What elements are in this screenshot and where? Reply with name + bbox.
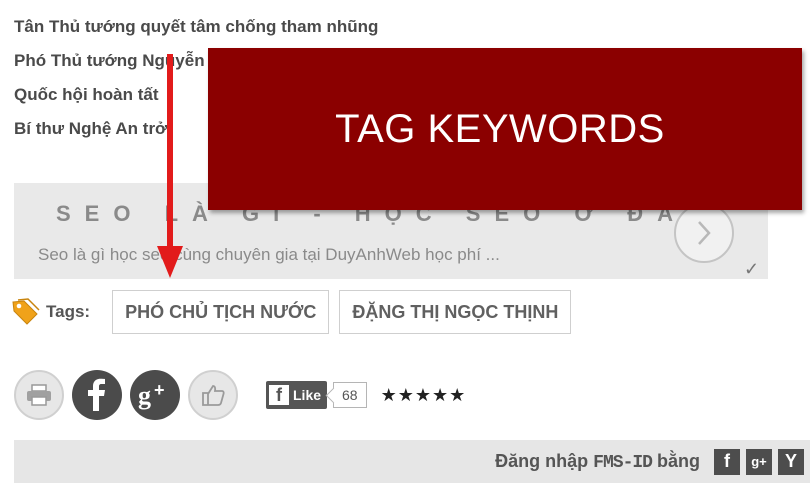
thumbs-up-icon: [202, 385, 225, 406]
login-text: Đăng nhập FMS-ID bằng: [495, 451, 700, 473]
facebook-like-button[interactable]: f Like: [266, 381, 328, 409]
google-plus-share-button[interactable]: g +: [130, 370, 180, 420]
checkmark-icon: ✓: [744, 259, 760, 279]
chevron-right-icon: [698, 221, 711, 245]
login-brand: FMS-ID: [593, 452, 653, 473]
facebook-like-label: Like: [293, 387, 322, 403]
news-item[interactable]: Tân Thủ tướng quyết tâm chống tham nhũng: [14, 10, 378, 44]
yahoo-icon[interactable]: Y: [778, 448, 804, 475]
facebook-share-button[interactable]: [72, 370, 122, 420]
like-button[interactable]: [188, 370, 238, 420]
login-suffix: bằng: [657, 450, 700, 471]
print-icon: [27, 384, 51, 406]
overlay-label: TAG KEYWORDS: [335, 106, 665, 151]
tags-label: Tags:: [46, 302, 91, 321]
tags-row: Tags: PHÓ CHỦ TỊCH NƯỚC ĐẶNG THỊ NGỌC TH…: [10, 290, 581, 334]
facebook-like-count: 68: [333, 382, 367, 408]
facebook-icon: [88, 378, 105, 411]
social-row: g + f Like 68 ★★★★★: [14, 370, 466, 420]
google-plus-icon[interactable]: g+: [746, 448, 772, 475]
tag-chip[interactable]: ĐẶNG THỊ NGỌC THỊNH: [339, 290, 572, 334]
google-plus-icon: g +: [138, 380, 165, 410]
rating-stars[interactable]: ★★★★★: [381, 385, 467, 406]
svg-text:+: +: [154, 380, 165, 400]
facebook-icon[interactable]: f: [714, 448, 740, 475]
promo-subtitle: Seo là gì học seo cùng chuyên gia tại Du…: [38, 245, 500, 264]
facebook-like-widget[interactable]: f Like 68: [266, 380, 367, 410]
promo-next-button[interactable]: [674, 203, 734, 263]
tag-chip[interactable]: PHÓ CHỦ TỊCH NƯỚC: [112, 290, 330, 334]
tag-icon: [12, 298, 40, 325]
print-button[interactable]: [14, 370, 64, 420]
tag-keywords-overlay: TAG KEYWORDS: [208, 48, 802, 210]
login-bar: Đăng nhập FMS-ID bằng f g+ Y: [14, 440, 810, 483]
facebook-icon: f: [269, 385, 289, 405]
login-label: Đăng nhập: [495, 450, 589, 471]
arrow-down-icon: [157, 54, 183, 278]
svg-text:g: g: [138, 381, 151, 410]
